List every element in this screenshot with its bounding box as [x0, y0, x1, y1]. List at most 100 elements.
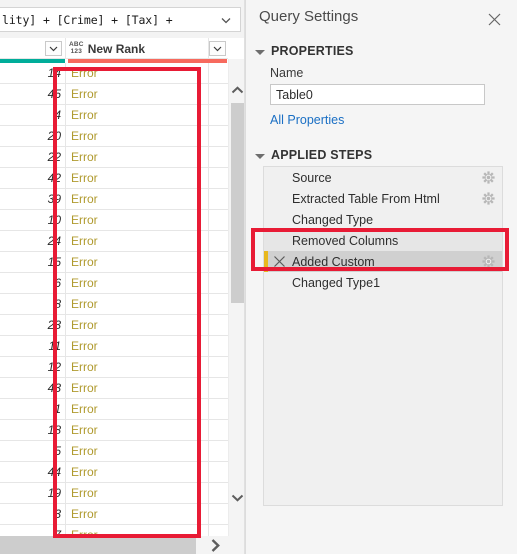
- table-row[interactable]: 1 Error: [0, 399, 228, 420]
- table-row[interactable]: 11 Error: [0, 336, 228, 357]
- filter-dropdown-icon[interactable]: [45, 41, 62, 56]
- cell-error-value[interactable]: Error: [66, 147, 209, 167]
- cell-index[interactable]: 3: [0, 504, 66, 524]
- table-row[interactable]: 7 Error: [0, 525, 228, 536]
- applied-step-label: Changed Type: [292, 212, 374, 227]
- formula-bar[interactable]: lity] + [Crime] + [Tax] +: [0, 7, 241, 32]
- cell-index[interactable]: 24: [0, 231, 66, 251]
- cell-error-value[interactable]: Error: [66, 252, 209, 272]
- cell-index[interactable]: 14: [0, 63, 66, 83]
- table-row[interactable]: 6 Error: [0, 273, 228, 294]
- table-row[interactable]: 12 Error: [0, 357, 228, 378]
- cell-index[interactable]: 42: [0, 168, 66, 188]
- gear-icon[interactable]: [482, 171, 495, 184]
- column-header-filter-right[interactable]: [209, 38, 228, 59]
- cell-index[interactable]: 19: [0, 483, 66, 503]
- cell-index[interactable]: 44: [0, 462, 66, 482]
- cell-error-value[interactable]: Error: [66, 84, 209, 104]
- cell-index[interactable]: 12: [0, 357, 66, 377]
- cell-index[interactable]: 11: [0, 336, 66, 356]
- applied-steps-section-header[interactable]: APPLIED STEPS: [255, 148, 372, 162]
- chevron-right-icon[interactable]: [205, 536, 225, 554]
- applied-step-item[interactable]: Source: [264, 167, 502, 188]
- table-row[interactable]: 22 Error: [0, 147, 228, 168]
- cell-index[interactable]: 8: [0, 294, 66, 314]
- cell-error-value[interactable]: Error: [66, 504, 209, 524]
- table-row[interactable]: 42 Error: [0, 168, 228, 189]
- column-header-index[interactable]: [0, 38, 66, 59]
- table-row[interactable]: 45 Error: [0, 84, 228, 105]
- applied-step-item[interactable]: Changed Type1: [264, 272, 502, 293]
- horizontal-scrollbar[interactable]: [0, 536, 244, 554]
- table-row[interactable]: 3 Error: [0, 504, 228, 525]
- cell-error-value[interactable]: Error: [66, 399, 209, 419]
- table-row[interactable]: 8 Error: [0, 294, 228, 315]
- delete-step-icon[interactable]: [273, 255, 286, 268]
- table-row[interactable]: 4 Error: [0, 105, 228, 126]
- chevron-down-icon[interactable]: [219, 13, 233, 27]
- cell-error-value[interactable]: Error: [66, 357, 209, 377]
- query-settings-pane: Query Settings PROPERTIES Name All Prope…: [245, 0, 517, 554]
- close-icon[interactable]: [485, 10, 503, 28]
- cell-error-value[interactable]: Error: [66, 189, 209, 209]
- cell-index[interactable]: 23: [0, 315, 66, 335]
- cell-index[interactable]: 43: [0, 378, 66, 398]
- cell-error-value[interactable]: Error: [66, 273, 209, 293]
- cell-error-value[interactable]: Error: [66, 441, 209, 461]
- cell-index[interactable]: 5: [0, 441, 66, 461]
- table-row[interactable]: 5 Error: [0, 441, 228, 462]
- applied-step-item[interactable]: Added Custom: [264, 251, 502, 272]
- vertical-scrollbar[interactable]: [228, 59, 244, 536]
- cell-error-value[interactable]: Error: [66, 462, 209, 482]
- table-row[interactable]: 20 Error: [0, 126, 228, 147]
- gear-icon[interactable]: [482, 192, 495, 205]
- cell-error-value[interactable]: Error: [66, 378, 209, 398]
- horizontal-scrollbar-thumb[interactable]: [0, 536, 196, 554]
- cell-index[interactable]: 7: [0, 525, 66, 536]
- cell-index[interactable]: 45: [0, 84, 66, 104]
- all-properties-link[interactable]: All Properties: [270, 113, 344, 127]
- chevron-down-icon[interactable]: [229, 488, 244, 506]
- table-row[interactable]: 19 Error: [0, 483, 228, 504]
- table-row[interactable]: 44 Error: [0, 462, 228, 483]
- table-row[interactable]: 43 Error: [0, 378, 228, 399]
- cell-index[interactable]: 39: [0, 189, 66, 209]
- table-row[interactable]: 14 Error: [0, 63, 228, 84]
- cell-error-value[interactable]: Error: [66, 315, 209, 335]
- cell-error-value[interactable]: Error: [66, 210, 209, 230]
- cell-error-value[interactable]: Error: [66, 105, 209, 125]
- cell-index[interactable]: 15: [0, 252, 66, 272]
- cell-error-value[interactable]: Error: [66, 336, 209, 356]
- filter-dropdown-icon[interactable]: [209, 41, 226, 56]
- table-row[interactable]: 23 Error: [0, 315, 228, 336]
- table-row[interactable]: 18 Error: [0, 420, 228, 441]
- cell-error-value[interactable]: Error: [66, 126, 209, 146]
- applied-step-item[interactable]: Extracted Table From Html: [264, 188, 502, 209]
- cell-index[interactable]: 18: [0, 420, 66, 440]
- cell-error-value[interactable]: Error: [66, 294, 209, 314]
- table-row[interactable]: 10 Error: [0, 210, 228, 231]
- column-header-new-rank[interactable]: ABC 123 New Rank: [66, 38, 209, 59]
- cell-error-value[interactable]: Error: [66, 231, 209, 251]
- table-row[interactable]: 24 Error: [0, 231, 228, 252]
- cell-error-value[interactable]: Error: [66, 168, 209, 188]
- table-row[interactable]: 15 Error: [0, 252, 228, 273]
- cell-index[interactable]: 10: [0, 210, 66, 230]
- applied-step-item[interactable]: Changed Type: [264, 209, 502, 230]
- cell-error-value[interactable]: Error: [66, 483, 209, 503]
- cell-error-value[interactable]: Error: [66, 420, 209, 440]
- chevron-up-icon[interactable]: [229, 81, 244, 99]
- cell-index[interactable]: 22: [0, 147, 66, 167]
- table-row[interactable]: 39 Error: [0, 189, 228, 210]
- cell-error-value[interactable]: Error: [66, 525, 209, 536]
- cell-error-value[interactable]: Error: [66, 63, 209, 83]
- cell-index[interactable]: 4: [0, 105, 66, 125]
- vertical-scrollbar-thumb[interactable]: [231, 103, 244, 303]
- cell-index[interactable]: 1: [0, 399, 66, 419]
- properties-section-header[interactable]: PROPERTIES: [255, 44, 354, 58]
- gear-icon[interactable]: [482, 255, 495, 268]
- cell-index[interactable]: 6: [0, 273, 66, 293]
- applied-step-item[interactable]: Removed Columns: [264, 230, 502, 251]
- query-name-input[interactable]: [270, 84, 485, 105]
- cell-index[interactable]: 20: [0, 126, 66, 146]
